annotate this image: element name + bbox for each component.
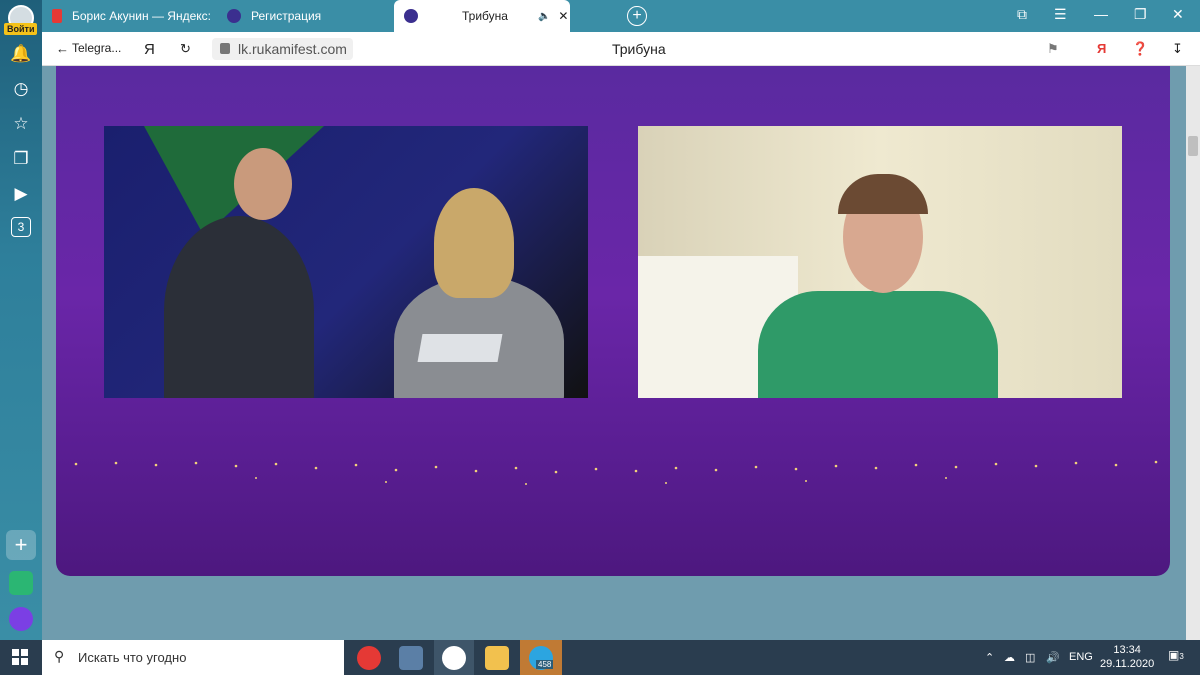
- store-app-icon[interactable]: [399, 646, 423, 670]
- yandex-favicon-icon: [52, 9, 62, 23]
- tab-label: Регистрация: [251, 9, 322, 23]
- url-text: lk.rukamifest.com: [238, 41, 347, 57]
- add-panel-icon[interactable]: +: [6, 530, 36, 560]
- tray-chevron-icon[interactable]: ⌃: [985, 651, 994, 664]
- address-bar: ← Telegra... Я ↻ lk.rukamifest.com Трибу…: [42, 32, 1200, 66]
- page-title: Трибуна: [612, 41, 666, 57]
- login-badge[interactable]: Войти: [4, 23, 38, 35]
- tab-tribuna[interactable]: Трибуна 🔈 ✕: [394, 0, 570, 32]
- history-icon[interactable]: ◷: [9, 77, 33, 101]
- tab-label: Трибуна: [462, 9, 508, 23]
- tab-label: Борис Акунин — Яндекс:: [72, 9, 211, 23]
- close-tab-icon[interactable]: ✕: [558, 9, 568, 23]
- reload-icon[interactable]: ↻: [180, 41, 191, 57]
- tablet-prop: [417, 334, 503, 362]
- clock-time: 13:34: [1113, 644, 1141, 656]
- notification-icon[interactable]: ▣3: [1168, 648, 1188, 668]
- browser-sidebar: Войти 🔔 ◷ ☆ ❐ ▶ 3 +: [0, 0, 42, 640]
- volume-icon[interactable]: 🔊: [1046, 651, 1060, 664]
- participant-hair: [838, 174, 928, 214]
- video-play-icon[interactable]: ▶: [9, 182, 33, 206]
- video-feed-right[interactable]: [638, 126, 1122, 398]
- file-explorer-icon[interactable]: [485, 646, 509, 670]
- yandex-logo-icon[interactable]: Я: [1097, 41, 1106, 56]
- extensions-icon[interactable]: ❓: [1132, 41, 1148, 57]
- page-scrollbar[interactable]: [1186, 66, 1200, 640]
- menu-icon[interactable]: ☰: [1054, 6, 1067, 23]
- broadcast-stage: [56, 66, 1170, 576]
- back-arrow-icon[interactable]: ←: [56, 41, 69, 56]
- clock-date: 29.11.2020: [1100, 658, 1155, 670]
- bell-icon[interactable]: 🔔: [9, 42, 33, 66]
- yandex-browser-icon[interactable]: [442, 646, 466, 670]
- tab-registration[interactable]: Регистрация: [227, 0, 387, 32]
- tab-bar: Борис Акунин — Яндекс: Регистрация Трибу…: [42, 0, 1200, 32]
- yandex-button[interactable]: Я: [144, 41, 155, 58]
- decorative-lights: [74, 460, 1158, 485]
- video-feed-left[interactable]: [104, 126, 588, 398]
- url-field[interactable]: lk.rukamifest.com: [212, 38, 353, 60]
- page-content: [42, 66, 1186, 640]
- windows-taskbar: ⚲ Искать что угодно 458 ⌃ ☁ ◫ 🔊 ENG 13:3…: [0, 640, 1200, 675]
- messenger-app-icon[interactable]: [9, 571, 33, 595]
- telegram-app-button[interactable]: 458: [520, 640, 562, 675]
- bookmarks-star-icon[interactable]: ☆: [9, 112, 33, 136]
- tabs-menu-icon[interactable]: ⧉: [1017, 6, 1027, 23]
- collections-icon[interactable]: ❐: [9, 147, 33, 171]
- tab-akunin[interactable]: Борис Акунин — Яндекс:: [52, 0, 222, 32]
- taskbar-search-input[interactable]: ⚲ Искать что угодно: [42, 640, 344, 675]
- presenter-male: [164, 216, 314, 398]
- clock[interactable]: 13:34 29.11.2020: [1100, 643, 1154, 671]
- close-window-icon[interactable]: ✕: [1172, 6, 1184, 23]
- scroll-thumb[interactable]: [1188, 136, 1198, 156]
- search-icon: ⚲: [54, 648, 65, 664]
- site-favicon-icon: [404, 9, 418, 23]
- bookmark-icon[interactable]: ⚑: [1047, 41, 1059, 57]
- windows-start-icon[interactable]: [12, 649, 28, 665]
- back-button-label[interactable]: Telegra...: [72, 41, 121, 55]
- cloud-icon[interactable]: ☁: [1004, 651, 1015, 664]
- alice-assistant-icon[interactable]: [9, 607, 33, 631]
- site-favicon-icon: [227, 9, 241, 23]
- new-tab-button[interactable]: +: [627, 6, 647, 26]
- tab-count-badge[interactable]: 3: [11, 217, 31, 237]
- speaker-icon[interactable]: 🔈: [538, 11, 550, 22]
- lock-icon: [220, 43, 230, 54]
- presenter-female-hair: [434, 188, 514, 298]
- participant-shirt: [758, 291, 998, 398]
- restore-icon[interactable]: ❐: [1134, 6, 1147, 23]
- download-icon[interactable]: ↧: [1172, 41, 1183, 57]
- telegram-badge: 458: [536, 660, 554, 669]
- presenter-male-head: [234, 148, 292, 220]
- yandex-app-icon[interactable]: [357, 646, 381, 670]
- battery-icon[interactable]: ◫: [1025, 651, 1035, 664]
- search-placeholder: Искать что угодно: [78, 650, 187, 665]
- notification-count: 3: [1179, 652, 1184, 661]
- minimize-icon[interactable]: —: [1094, 6, 1108, 22]
- language-indicator[interactable]: ENG: [1069, 651, 1093, 663]
